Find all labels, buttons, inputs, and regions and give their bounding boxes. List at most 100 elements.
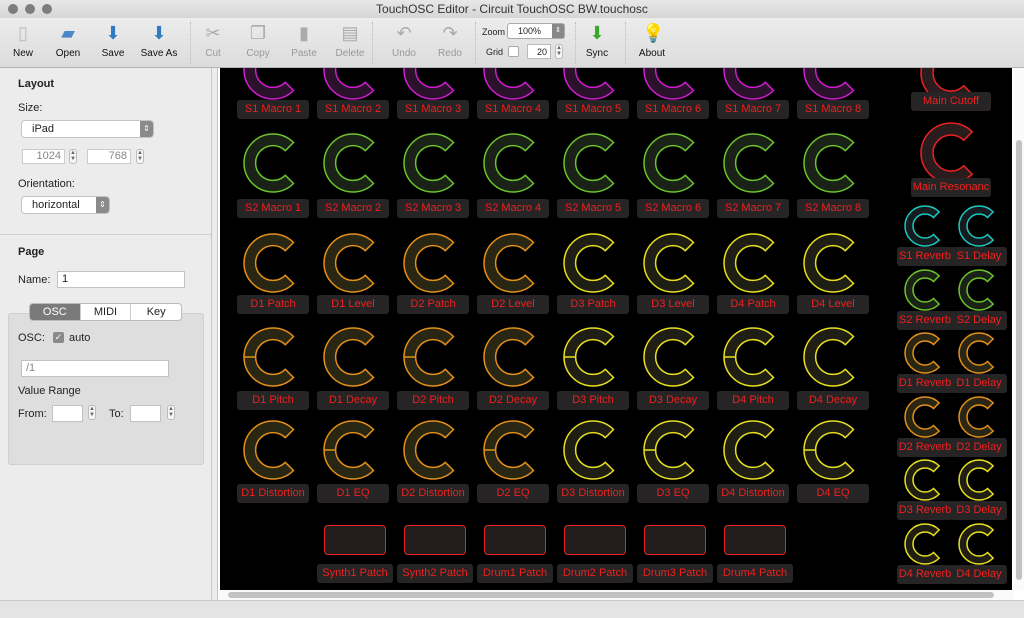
rotary-knob[interactable] bbox=[722, 326, 784, 388]
sync-button[interactable]: ⬇ Sync bbox=[574, 22, 620, 59]
rotary-knob[interactable] bbox=[562, 68, 624, 101]
open-button[interactable]: ▰ Open bbox=[45, 22, 91, 59]
save-button[interactable]: ⬇ Save bbox=[90, 22, 136, 59]
rotary-knob[interactable] bbox=[722, 232, 784, 294]
zoom-select[interactable]: 100% ⇕ bbox=[507, 23, 565, 39]
about-button[interactable]: 💡 About bbox=[629, 22, 675, 59]
rotary-knob[interactable] bbox=[322, 232, 384, 294]
rotary-knob[interactable] bbox=[802, 68, 864, 101]
size-select[interactable]: iPad ⇕ bbox=[22, 121, 153, 137]
rotary-knob[interactable] bbox=[957, 331, 1001, 375]
rotary-knob[interactable] bbox=[642, 68, 704, 101]
rotary-knob[interactable] bbox=[722, 68, 784, 101]
rotary-knob[interactable] bbox=[957, 522, 1001, 566]
rotary-knob[interactable] bbox=[903, 522, 947, 566]
rotary-knob[interactable] bbox=[402, 132, 464, 194]
rotary-knob[interactable] bbox=[642, 326, 704, 388]
orientation-select[interactable]: horizontal ⇕ bbox=[22, 197, 109, 213]
rotary-knob[interactable] bbox=[242, 132, 304, 194]
save-as-button[interactable]: ⬇ Save As bbox=[134, 22, 184, 59]
patch-pad[interactable] bbox=[324, 525, 386, 555]
rotary-knob[interactable] bbox=[482, 326, 544, 388]
undo-button[interactable]: ↶ Undo bbox=[381, 22, 427, 59]
rotary-knob[interactable] bbox=[722, 132, 784, 194]
grid-size-field[interactable]: 20 bbox=[527, 44, 551, 59]
rotary-knob[interactable] bbox=[802, 326, 864, 388]
height-stepper[interactable]: ▲ ▼ bbox=[136, 149, 144, 164]
rotary-knob[interactable] bbox=[802, 232, 864, 294]
rotary-knob[interactable] bbox=[242, 68, 304, 101]
new-button[interactable]: ▯ New bbox=[0, 22, 46, 59]
grid-checkbox[interactable] bbox=[508, 46, 519, 57]
rotary-knob[interactable] bbox=[322, 132, 384, 194]
rotary-knob[interactable] bbox=[242, 419, 304, 481]
to-stepper[interactable]: ▲ ▼ bbox=[167, 405, 175, 420]
tab-midi[interactable]: MIDI bbox=[80, 304, 132, 320]
rotary-knob[interactable] bbox=[722, 419, 784, 481]
rotary-knob[interactable] bbox=[903, 331, 947, 375]
rotary-knob[interactable] bbox=[562, 232, 624, 294]
to-input[interactable] bbox=[130, 405, 161, 422]
height-field[interactable]: 768 bbox=[87, 149, 131, 164]
rotary-knob[interactable] bbox=[562, 419, 624, 481]
rotary-knob[interactable] bbox=[919, 121, 983, 185]
zoom-button[interactable] bbox=[42, 4, 52, 14]
layout-canvas[interactable]: S1 Macro 1 S1 Macro 2 S1 Macro 3 S1 Macro 4… bbox=[220, 68, 1012, 590]
rotary-knob[interactable] bbox=[242, 326, 304, 388]
grid-size-stepper[interactable]: ▲ ▼ bbox=[555, 44, 563, 59]
auto-checkbox[interactable]: ✓ bbox=[53, 332, 64, 343]
horizontal-scrollbar[interactable] bbox=[218, 590, 1014, 600]
redo-button[interactable]: ↷ Redo bbox=[427, 22, 473, 59]
rotary-knob[interactable] bbox=[482, 132, 544, 194]
patch-pad[interactable] bbox=[404, 525, 466, 555]
rotary-knob[interactable] bbox=[642, 132, 704, 194]
rotary-knob[interactable] bbox=[903, 204, 947, 248]
delete-button[interactable]: ▤ Delete bbox=[327, 22, 373, 59]
cut-button[interactable]: ✂ Cut bbox=[190, 22, 236, 59]
rotary-knob[interactable] bbox=[482, 232, 544, 294]
tab-osc[interactable]: OSC bbox=[30, 304, 81, 320]
rotary-knob[interactable] bbox=[903, 458, 947, 502]
rotary-knob[interactable] bbox=[957, 395, 1001, 439]
minimize-button[interactable] bbox=[25, 4, 35, 14]
patch-pad[interactable] bbox=[644, 525, 706, 555]
width-field[interactable]: 1024 bbox=[22, 149, 65, 164]
patch-pad[interactable] bbox=[724, 525, 786, 555]
rotary-knob[interactable] bbox=[957, 458, 1001, 502]
rotary-knob[interactable] bbox=[562, 326, 624, 388]
scroll-thumb[interactable] bbox=[228, 592, 994, 598]
rotary-knob[interactable] bbox=[642, 419, 704, 481]
from-stepper[interactable]: ▲ ▼ bbox=[88, 405, 96, 420]
scroll-thumb[interactable] bbox=[1016, 140, 1022, 580]
paste-button[interactable]: ▮ Paste bbox=[281, 22, 327, 59]
rotary-knob[interactable] bbox=[957, 204, 1001, 248]
rotary-knob[interactable] bbox=[242, 232, 304, 294]
from-input[interactable] bbox=[52, 405, 83, 422]
rotary-knob[interactable] bbox=[322, 68, 384, 101]
patch-pad[interactable] bbox=[484, 525, 546, 555]
rotary-knob[interactable] bbox=[402, 232, 464, 294]
tab-key[interactable]: Key bbox=[131, 304, 181, 320]
rotary-knob[interactable] bbox=[903, 268, 947, 312]
close-button[interactable] bbox=[8, 4, 18, 14]
rotary-knob[interactable] bbox=[402, 419, 464, 481]
rotary-knob[interactable] bbox=[562, 132, 624, 194]
patch-pad[interactable] bbox=[564, 525, 626, 555]
rotary-knob[interactable] bbox=[482, 419, 544, 481]
rotary-knob[interactable] bbox=[957, 268, 1001, 312]
window-controls[interactable] bbox=[8, 4, 52, 14]
rotary-knob[interactable] bbox=[802, 419, 864, 481]
rotary-knob[interactable] bbox=[903, 395, 947, 439]
rotary-knob[interactable] bbox=[322, 326, 384, 388]
rotary-knob[interactable] bbox=[802, 132, 864, 194]
rotary-knob[interactable] bbox=[402, 326, 464, 388]
width-stepper[interactable]: ▲ ▼ bbox=[69, 149, 77, 164]
page-name-input[interactable]: 1 bbox=[57, 271, 185, 288]
rotary-knob[interactable] bbox=[322, 419, 384, 481]
rotary-knob[interactable] bbox=[402, 68, 464, 101]
rotary-knob[interactable] bbox=[642, 232, 704, 294]
rotary-knob[interactable] bbox=[482, 68, 544, 101]
copy-button[interactable]: ❐ Copy bbox=[235, 22, 281, 59]
osc-address-input[interactable]: /1 bbox=[21, 360, 169, 377]
vertical-scrollbar[interactable] bbox=[1014, 68, 1024, 590]
